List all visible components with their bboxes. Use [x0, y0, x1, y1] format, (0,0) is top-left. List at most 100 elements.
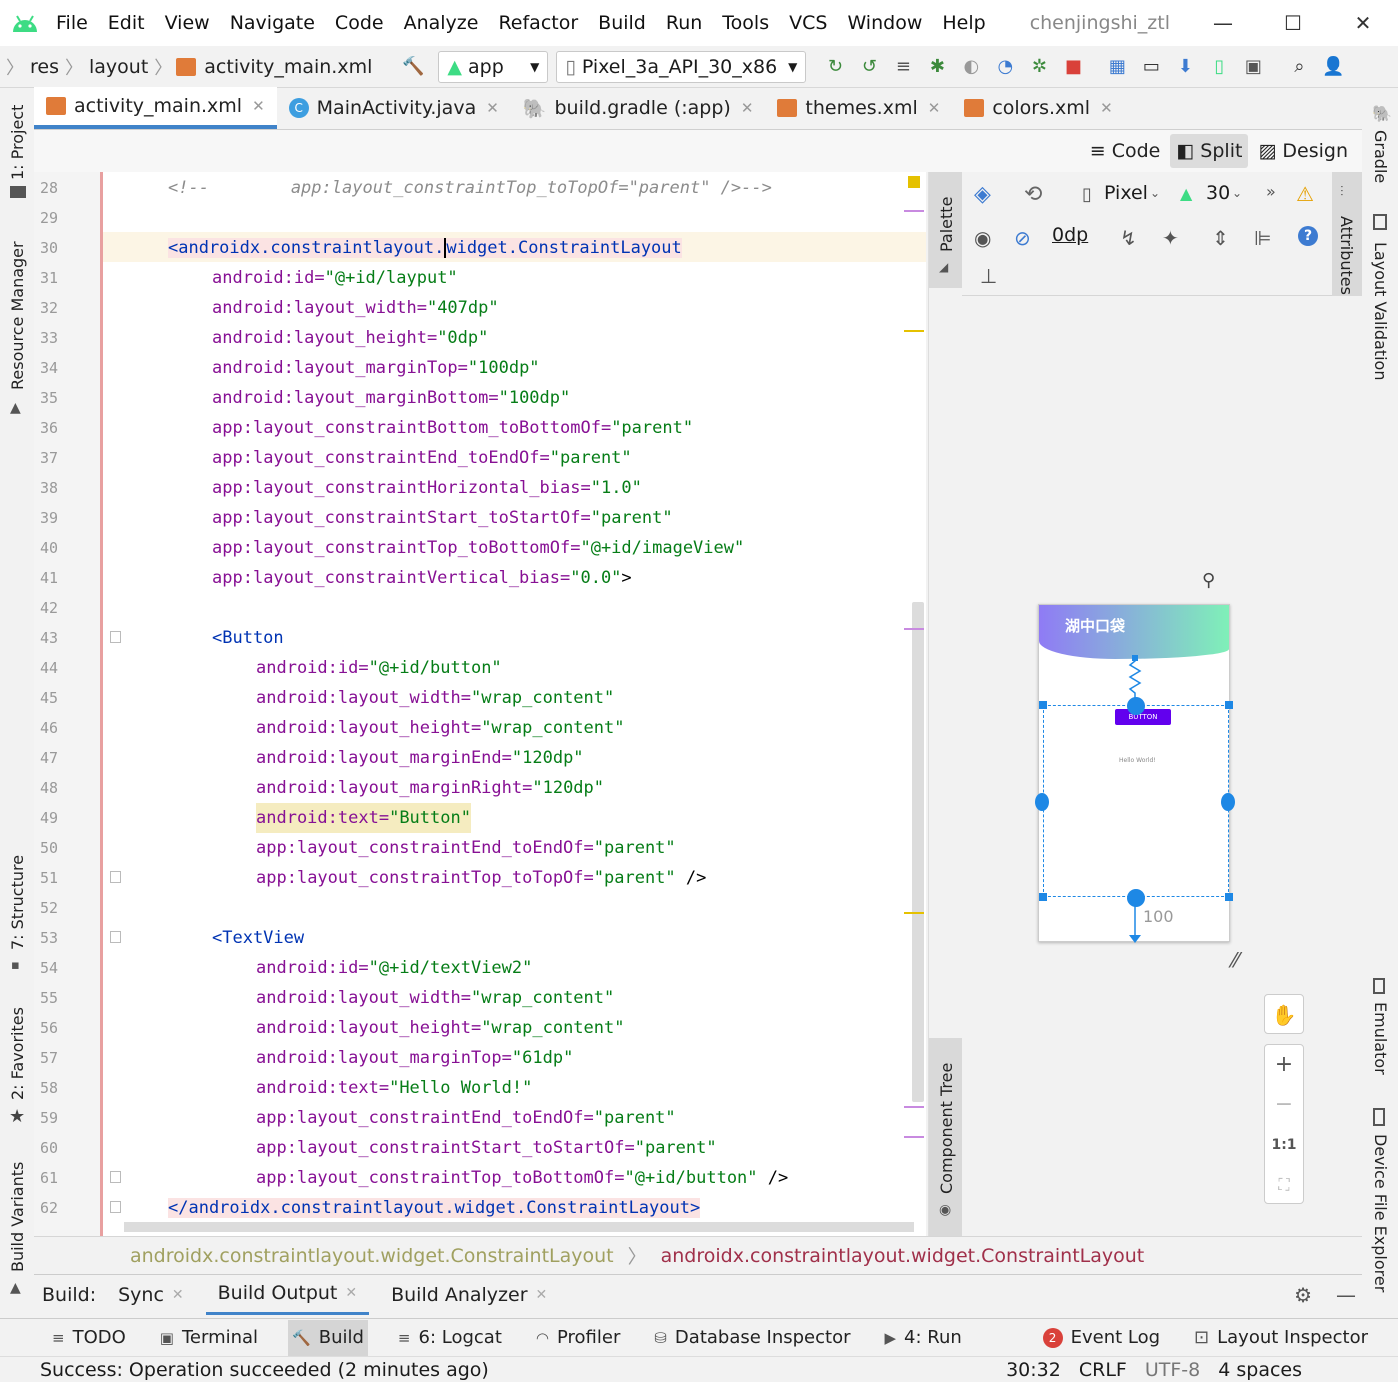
close-window-button[interactable]: ✕ — [1328, 0, 1398, 46]
sdk-manager-icon[interactable]: ⬇ — [1168, 50, 1202, 84]
layout-validation-tool-button[interactable]: Layout Validation — [1371, 242, 1390, 380]
help-icon[interactable]: ? — [1298, 226, 1318, 246]
zoom-in-button[interactable]: + — [1265, 1045, 1303, 1085]
gradle-tool-button[interactable]: Gradle — [1371, 130, 1390, 183]
tool-window-4-run[interactable]: ▶ 4: Run — [881, 1320, 966, 1356]
inspection-warning-icon[interactable] — [908, 176, 920, 188]
design-view-button[interactable]: ▨ Design — [1252, 134, 1354, 168]
palette-tab[interactable]: Palette ◢ — [929, 172, 963, 288]
avd-manager-icon[interactable]: ▭ — [1134, 50, 1168, 84]
tab-sync[interactable]: Sync ✕ — [118, 1275, 184, 1315]
tool-window-terminal[interactable]: ▣ Terminal — [156, 1320, 262, 1356]
project-structure-icon[interactable]: ▣ — [1236, 50, 1270, 84]
tab-mainactivity-java[interactable]: C MainActivity.java ✕ — [277, 87, 511, 129]
menu-build[interactable]: Build — [598, 12, 646, 34]
sync-project-icon[interactable]: ▦ — [1100, 50, 1134, 84]
run-coverage-icon[interactable]: ≡ — [886, 50, 920, 84]
breadcrumb-layout[interactable]: layout — [89, 56, 148, 78]
constraint-handle-right[interactable] — [1221, 793, 1235, 811]
path-item[interactable]: androidx.constraintlayout.widget.Constra… — [661, 1245, 1145, 1267]
attributes-tab[interactable]: ⫶ Attributes — [1332, 172, 1362, 296]
search-icon[interactable]: ⌕ — [1282, 50, 1316, 84]
tab-themes-xml[interactable]: themes.xml ✕ — [765, 87, 952, 129]
tab-build-output[interactable]: Build Output ✕ — [205, 1275, 370, 1315]
attach-debugger-icon[interactable]: ✲ — [1022, 50, 1056, 84]
breadcrumb-res[interactable]: res — [30, 56, 59, 78]
apply-code-changes-icon[interactable]: ↺ — [852, 50, 886, 84]
breadcrumb-file[interactable]: activity_main.xml — [204, 56, 372, 78]
constraint-handle-left[interactable] — [1035, 793, 1049, 811]
resize-handle-br[interactable] — [1225, 893, 1233, 901]
menu-view[interactable]: View — [165, 12, 210, 34]
close-icon[interactable]: ✕ — [928, 99, 941, 117]
align-icon[interactable]: ⊫ — [1254, 226, 1271, 250]
tool-window-profiler[interactable]: ◠ Profiler — [532, 1320, 624, 1356]
profiler-gauge-icon[interactable]: ◔ — [988, 50, 1022, 84]
menu-vcs[interactable]: VCS — [789, 12, 827, 34]
fold-marker-icon[interactable] — [110, 931, 121, 943]
code-editor[interactable]: 28 29 30 31 32 33 34 35 36 37 38 39 40 41 42 43 44 45 46 47… — [34, 172, 926, 1236]
close-icon[interactable]: ✕ — [486, 99, 499, 117]
close-icon[interactable]: ✕ — [536, 1287, 548, 1303]
indent-setting[interactable]: 4 spaces — [1218, 1359, 1302, 1381]
pan-tool-button[interactable]: ✋ — [1264, 994, 1304, 1034]
resource-manager-tool-button[interactable]: Resource Manager — [8, 241, 27, 390]
more-actions-icon[interactable]: » — [1266, 182, 1276, 201]
tool-window-6-logcat[interactable]: ≡ 6: Logcat — [394, 1320, 506, 1356]
constraint-handle-top[interactable] — [1127, 697, 1145, 715]
close-icon[interactable]: ✕ — [1100, 99, 1113, 117]
settings-gear-icon[interactable]: ⚙ — [1294, 1283, 1312, 1307]
device-manager-icon[interactable]: ▯ — [1202, 50, 1236, 84]
clear-constraints-icon[interactable]: ↯ — [1120, 226, 1137, 250]
menu-code[interactable]: Code — [335, 12, 384, 34]
build-variants-tool-button[interactable]: Build Variants — [8, 1162, 27, 1272]
run-config-select[interactable]: ▲ app ▼ — [438, 50, 549, 83]
tool-window-event-log[interactable]: 2 Event Log — [1039, 1320, 1164, 1356]
autoconnect-magnet-icon[interactable]: ⊘ — [1014, 226, 1031, 250]
zoom-to-fit-button[interactable]: ⛶ — [1265, 1165, 1303, 1205]
warning-icon[interactable]: ⚠ — [1296, 182, 1314, 206]
maximize-button[interactable]: ☐ — [1258, 0, 1328, 46]
project-tool-button[interactable]: 1: Project — [8, 105, 27, 180]
menu-refactor[interactable]: Refactor — [498, 12, 578, 34]
device-file-explorer-tool-button[interactable]: Device File Explorer — [1371, 1134, 1390, 1292]
menu-run[interactable]: Run — [666, 12, 702, 34]
split-view-button[interactable]: ◧ Split — [1170, 134, 1249, 168]
minimize-button[interactable]: — — [1188, 0, 1258, 46]
resize-pin-icon[interactable]: ⚲ — [1202, 570, 1215, 591]
resize-device-icon[interactable]: ⁄⁄ — [1232, 948, 1239, 972]
editor-vertical-scrollbar[interactable] — [912, 602, 924, 1102]
menu-help[interactable]: Help — [942, 12, 985, 34]
menu-navigate[interactable]: Navigate — [230, 12, 315, 34]
zoom-actual-size-button[interactable]: 1:1 — [1265, 1125, 1303, 1165]
pack-icon[interactable]: ⇕ — [1212, 226, 1229, 250]
component-tree-tab[interactable]: Component Tree ◉ — [929, 1038, 963, 1236]
device-preview[interactable]: 湖中口袋 BUTTON Hello World! 100 — [1035, 604, 1235, 943]
menu-window[interactable]: Window — [847, 12, 922, 34]
file-encoding[interactable]: UTF-8 — [1145, 1359, 1200, 1381]
close-icon[interactable]: ✕ — [741, 99, 754, 117]
caret-position[interactable]: 30:32 — [1006, 1359, 1061, 1381]
stop-icon[interactable]: ■ — [1056, 50, 1090, 84]
favorites-tool-button[interactable]: 2: Favorites — [8, 1007, 27, 1100]
debug-icon[interactable]: ✱ — [920, 50, 954, 84]
editor-horizontal-scrollbar[interactable] — [124, 1222, 914, 1232]
tab-build-analyzer[interactable]: Build Analyzer ✕ — [391, 1275, 547, 1315]
minimize-panel-icon[interactable]: — — [1336, 1283, 1356, 1307]
tool-window-layout-inspector[interactable]: ⊡ Layout Inspector — [1190, 1320, 1372, 1356]
close-icon[interactable]: ✕ — [172, 1287, 184, 1303]
resize-handle-tl[interactable] — [1039, 701, 1047, 709]
make-project-hammer-icon[interactable]: 🔨 — [396, 50, 430, 84]
tool-window-database-inspector[interactable]: ⛁ Database Inspector — [650, 1320, 854, 1356]
menu-file[interactable]: File — [56, 12, 88, 34]
orientation-icon[interactable]: ⟲ — [1024, 182, 1042, 207]
tab-activity-main-xml[interactable]: activity_main.xml ✕ — [34, 87, 277, 129]
path-item[interactable]: androidx.constraintlayout.widget.Constra… — [130, 1245, 614, 1267]
show-eye-icon[interactable]: ◉ — [974, 226, 991, 250]
menu-edit[interactable]: Edit — [108, 12, 145, 34]
device-select[interactable]: ▯ Pixel_3a_API_30_x86 ▼ — [556, 50, 807, 83]
fold-marker-icon[interactable] — [110, 1171, 121, 1183]
fold-marker-icon[interactable] — [110, 631, 121, 643]
selected-constraintlayout-outline[interactable] — [1043, 705, 1229, 897]
tab-build-gradle-app-[interactable]: 🐘 build.gradle (:app) ✕ — [511, 87, 766, 129]
